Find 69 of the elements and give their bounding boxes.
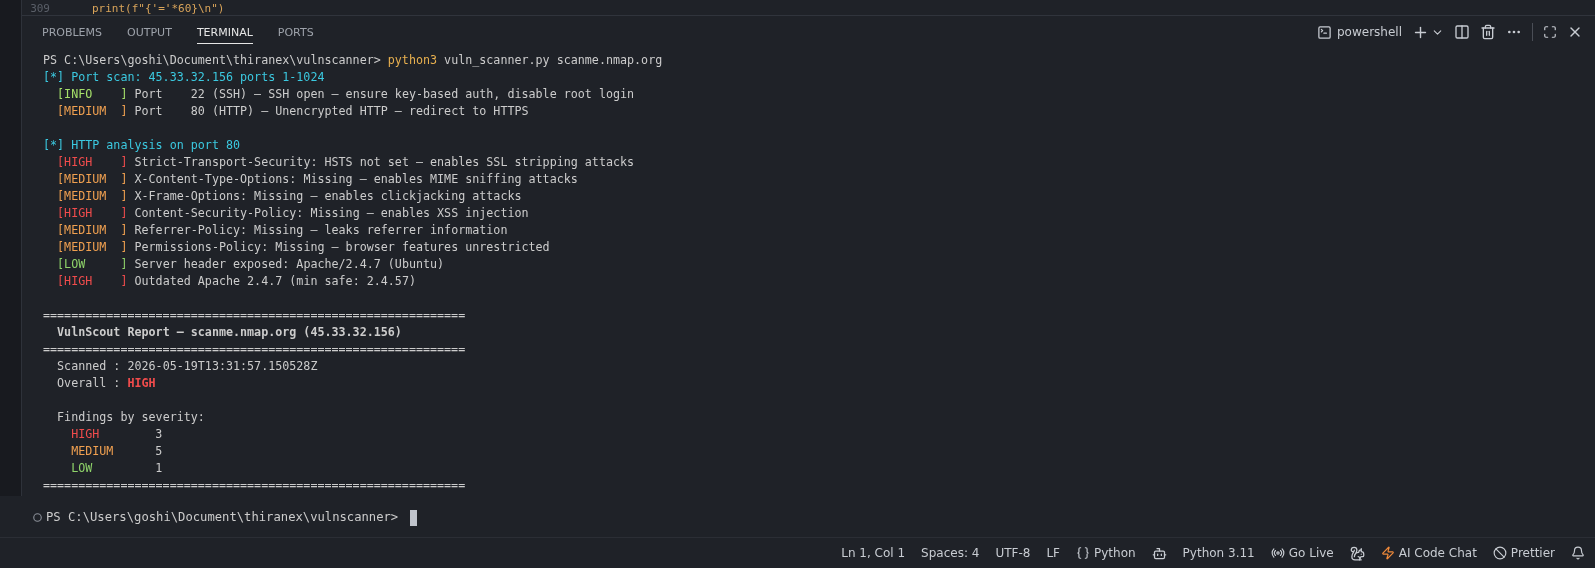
report-title: VulnScout Report — scanme.nmap.org (45.33.32.156) [57,324,402,341]
prohibited-icon [1492,546,1507,560]
prettier[interactable]: Prettier [1492,546,1555,560]
ai-code-chat[interactable]: AI Code Chat [1380,546,1477,560]
finding-text: Referrer-Policy: Missing — leaks referrer information [134,222,508,239]
panel-tab[interactable]: TERMINAL [196,20,253,44]
overall-severity: HIGH [127,375,156,392]
trash-icon[interactable] [1480,24,1496,40]
terminal-icon [1317,24,1332,40]
bell-icon[interactable] [1571,546,1585,560]
python-interpreter[interactable]: Python 3.11 [1182,546,1255,560]
severity-tag: [LOW ] [57,256,128,273]
report-field: Findings by severity: [57,409,205,426]
finding-text: X-Content-Type-Options: Missing — enables MIME sniffing attacks [134,171,578,188]
panel-tab[interactable]: PORTS [277,20,314,44]
line-number: 309 [29,3,50,15]
section-heading: [*] Port scan: 45.33.32.156 ports 1-1024 [43,69,325,86]
report-field: Overall : [57,375,128,392]
severity-tag: [MEDIUM ] [57,171,128,188]
severity-label: LOW [71,460,94,477]
terminal-shell-selector[interactable]: powershell [1317,24,1402,40]
terminal-prompt: PS C:\Users\goshi\Document\thiranex\vulnscanner> [46,509,399,526]
terminal-cursor [410,509,418,526]
severity-tag: [MEDIUM ] [57,239,128,256]
panel-tab[interactable]: OUTPUT [127,20,172,44]
report-field: Scanned : 2026-05-19T13:31:57.150528Z [57,358,318,375]
finding-text: Content-Security-Policy: Missing — enables XSS injection [134,205,529,222]
finding-text: Server header exposed: Apache/2.4.7 (Ubuntu) [134,256,445,273]
severity-label: MEDIUM [71,443,115,460]
finding-text: Outdated Apache 2.4.7 (min safe: 2.4.57) [134,273,416,290]
severity-tag: [MEDIUM ] [57,188,128,205]
line-ending[interactable]: LF [1046,546,1060,560]
rule-line: ============================================================ [43,477,466,494]
severity-tag: [HIGH ] [57,205,128,222]
finding-text: X-Frame-Options: Missing — enables clickjacking attacks [134,188,522,205]
cursor-position[interactable]: Ln 1, Col 1 [841,546,906,560]
language-mode[interactable]: Python [1076,546,1136,560]
code-line: print(f"{'='*60}\n") [92,3,225,15]
encoding[interactable]: UTF-8 [995,546,1031,560]
rule-line: ============================================================ [43,307,466,324]
section-heading: [*] HTTP analysis on port 80 [43,137,241,154]
braces-icon [1076,546,1090,560]
command-program: python3 [387,52,439,69]
severity-count: 3 [155,426,163,443]
status-circle-icon [33,513,42,522]
severity-count: 1 [155,460,163,477]
rule-line: ============================================================ [43,341,466,358]
go-live[interactable]: Go Live [1270,546,1334,560]
severity-tag: [INFO ] [57,86,128,103]
severity-tag: [HIGH ] [57,154,128,171]
broadcast-icon [1270,546,1285,560]
robot-icon[interactable] [1151,545,1167,561]
severity-label: HIGH [71,426,101,443]
severity-tag: [HIGH ] [57,273,128,290]
split-icon[interactable] [1454,24,1470,40]
maximize-icon[interactable] [1543,25,1557,39]
severity-count: 5 [155,443,163,460]
severity-tag: [MEDIUM ] [57,222,128,239]
lightning-icon [1380,546,1395,560]
severity-tag: [MEDIUM ] [57,103,128,120]
finding-text: Strict-Transport-Security: HSTS not set — enables SSL stripping attacks [134,154,635,171]
indentation[interactable]: Spaces: 4 [921,546,980,560]
squirrel-icon[interactable] [1349,545,1365,561]
finding-text: Port 22 (SSH) — SSH open — ensure key-based auth, disable root login [134,86,635,103]
command-prompt: PS C:\Users\goshi\Document\thiranex\vulnscanner> [43,52,382,69]
command-args: vuln_scanner.py scanme.nmap.org [444,52,663,69]
finding-text: Port 80 (HTTP) — Unencrypted HTTP — redirect to HTTPS [134,103,529,120]
panel-tab[interactable]: PROBLEMS [42,20,103,44]
finding-text: Permissions-Policy: Missing — browser features unrestricted [134,239,550,256]
